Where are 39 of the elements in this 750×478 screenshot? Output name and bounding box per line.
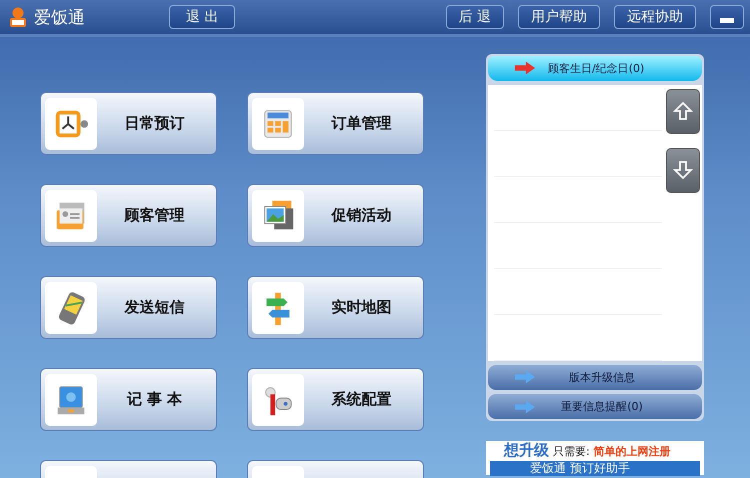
toolbar-button[interactable]: 后 退 xyxy=(446,5,504,29)
menu-tile[interactable]: 系统配置 xyxy=(247,368,424,431)
menu-tile[interactable]: 日常预订 xyxy=(40,92,217,155)
reminder-title: 顾客生日/纪念日(0) xyxy=(548,60,644,76)
menu-tile[interactable]: 记 事 本 xyxy=(40,368,217,431)
info-button[interactable]: 版本升级信息 xyxy=(488,364,702,390)
reminder-header[interactable]: 顾客生日/纪念日(0) xyxy=(488,56,702,81)
signpost-icon xyxy=(252,282,304,334)
chef-logo-icon xyxy=(8,6,28,28)
info-button[interactable]: 重要信息提醒(0) xyxy=(488,394,702,420)
minimize-button[interactable] xyxy=(710,5,744,29)
toolbar-button[interactable]: 远程协助 xyxy=(614,5,696,29)
menu-tile[interactable]: 实时地图 xyxy=(247,276,424,339)
banner-text: 只需要: xyxy=(553,444,590,460)
menu-tile[interactable]: 发送短信 xyxy=(40,276,217,339)
arrow-right-icon xyxy=(514,370,536,384)
pictures-icon xyxy=(252,190,304,242)
tools-icon xyxy=(252,374,304,426)
monitor-icon xyxy=(45,374,97,426)
contact-folder-icon xyxy=(45,190,97,242)
banner-title: 想升级 xyxy=(504,442,549,459)
exit-button[interactable]: 退 出 xyxy=(169,5,236,29)
arrow-right-icon xyxy=(514,400,536,414)
banner-subtitle: 爱饭通 预订好助手 xyxy=(490,461,700,476)
calculator-icon xyxy=(252,98,304,150)
handheld-device-icon xyxy=(45,282,97,334)
alarm-clock-icon xyxy=(45,98,97,150)
banner-highlight: 简单的上网注册 xyxy=(594,444,671,460)
upgrade-banner[interactable]: 想升级 只需要: 简单的上网注册 爱饭通 预订好助手 xyxy=(486,441,704,475)
app-title: 爱饭通 xyxy=(34,6,85,28)
arrow-down-icon xyxy=(673,160,693,180)
arrow-right-icon xyxy=(514,61,536,76)
menu-tile[interactable]: 订单管理 xyxy=(247,92,424,155)
menu-tile[interactable]: 促销活动 xyxy=(247,184,424,247)
arrow-up-icon xyxy=(673,101,693,122)
scroll-down-button[interactable] xyxy=(666,148,700,193)
menu-tile[interactable]: 顾客管理 xyxy=(40,184,217,247)
scroll-up-button[interactable] xyxy=(666,88,700,134)
toolbar-button[interactable]: 用户帮助 xyxy=(518,5,600,29)
